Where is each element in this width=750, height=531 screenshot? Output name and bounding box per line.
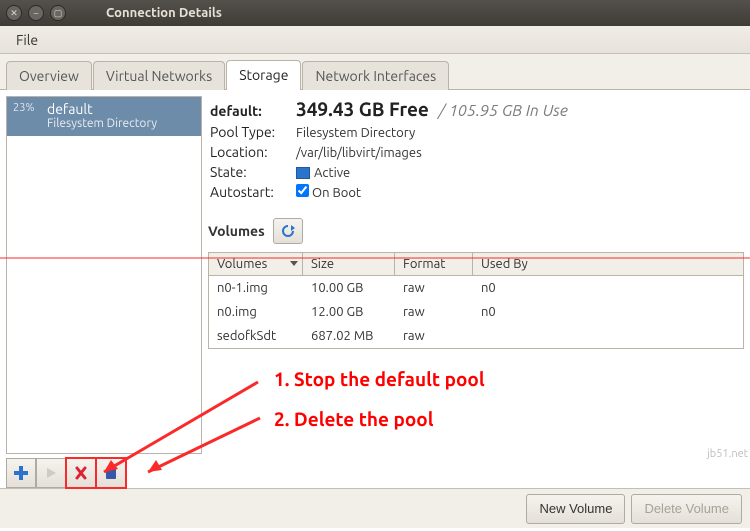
table-row[interactable]: n0-1.img 10.00 GB raw n0 [209,276,743,300]
play-icon [44,466,58,480]
vol-format: raw [395,300,473,324]
detail-name-label: default: [210,103,286,119]
delete-volume-button[interactable]: Delete Volume [631,494,742,524]
window-title: Connection Details [106,6,222,20]
col-size[interactable]: Size [303,253,395,275]
delete-pool-button[interactable] [96,458,126,488]
vol-name: n0-1.img [209,276,303,300]
volumes-table: Volumes Size Format Used By n0-1.img 10.… [208,252,744,349]
state-active-icon [296,167,310,179]
pool-name: default [47,101,193,117]
vol-format: raw [395,276,473,300]
vol-size: 10.00 GB [303,276,395,300]
add-pool-button[interactable] [6,458,36,488]
tabstrip: Overview Virtual Networks Storage Networ… [0,54,750,90]
pool-detail: default: 349.43 GB Free / 105.95 GB In U… [208,96,744,488]
volumes-header: Volumes [208,216,744,246]
autostart-text: On Boot [312,186,361,200]
detail-in-use: / 105.95 GB In Use [439,102,568,120]
state-label: State: [210,164,286,180]
vol-size: 12.00 GB [303,300,395,324]
vol-used-by: n0 [473,276,743,300]
menubar: File [0,26,750,54]
table-row[interactable]: sedofkSdt 687.02 MB raw [209,324,743,348]
col-used-by[interactable]: Used By [473,253,743,275]
autostart-checkbox[interactable] [296,184,309,197]
stop-pool-button[interactable] [66,458,96,488]
refresh-volumes-button[interactable] [273,218,303,244]
volume-action-bar: New Volume Delete Volume [0,488,750,528]
detail-free: 349.43 GB Free [296,98,429,120]
pool-item-default[interactable]: 23% default Filesystem Directory [7,97,201,136]
pool-type-label: Pool Type: [210,124,286,140]
tab-storage[interactable]: Storage [226,60,301,90]
col-format[interactable]: Format [395,253,473,275]
sort-desc-icon [290,261,298,266]
new-volume-button[interactable]: New Volume [526,494,625,524]
start-pool-button[interactable] [36,458,66,488]
col-volumes-label: Volumes [217,257,267,271]
vol-name: n0.img [209,300,303,324]
tab-overview[interactable]: Overview [6,61,92,90]
volumes-title: Volumes [208,223,265,239]
trash-icon [103,465,119,481]
pool-subtitle: Filesystem Directory [47,117,193,130]
tab-virtual-networks[interactable]: Virtual Networks [93,61,225,90]
vol-format: raw [395,324,473,348]
window-minimize-icon[interactable]: – [28,5,44,21]
tab-network-interfaces[interactable]: Network Interfaces [302,61,449,90]
stop-icon [73,465,89,481]
state-value: Active [296,166,350,180]
location-value: /var/lib/libvirt/images [296,146,422,160]
pool-toolbar [6,458,202,488]
pool-usage-percent: 23% [13,102,35,114]
window-close-icon[interactable]: ✕ [6,5,22,21]
window-titlebar: ✕ – ▢ Connection Details [0,0,750,26]
pool-type-value: Filesystem Directory [296,126,415,140]
window-maximize-icon[interactable]: ▢ [50,5,66,21]
location-label: Location: [210,144,286,160]
menu-file[interactable]: File [8,29,46,51]
col-volumes[interactable]: Volumes [209,253,303,275]
volumes-table-header: Volumes Size Format Used By [209,253,743,276]
table-row[interactable]: n0.img 12.00 GB raw n0 [209,300,743,324]
refresh-icon [280,223,296,239]
vol-used-by [473,324,743,348]
autostart-value: On Boot [296,184,361,200]
vol-used-by: n0 [473,300,743,324]
autostart-label: Autostart: [210,184,286,200]
vol-name: sedofkSdt [209,324,303,348]
plus-icon [13,465,29,481]
state-text: Active [314,166,350,180]
pool-sidebar: 23% default Filesystem Directory [6,96,202,488]
storage-pane: 23% default Filesystem Directory default [0,90,750,488]
pool-list: 23% default Filesystem Directory [6,96,202,454]
vol-size: 687.02 MB [303,324,395,348]
